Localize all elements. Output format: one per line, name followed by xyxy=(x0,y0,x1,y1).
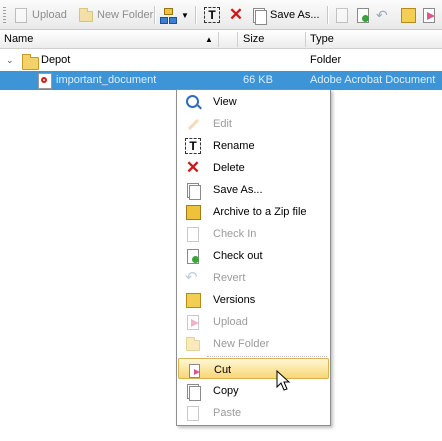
table-row-selected[interactable]: important_document 66 KB Adobe Acrobat D… xyxy=(0,71,442,90)
save-as-button[interactable]: Save As... xyxy=(251,5,320,25)
column-type[interactable]: Type xyxy=(310,33,334,45)
zip-icon xyxy=(185,204,201,220)
magnifier-icon xyxy=(185,94,201,110)
versions-icon xyxy=(185,292,201,308)
copy-icon xyxy=(185,383,201,401)
menu-separator xyxy=(207,356,327,357)
row-type: Folder xyxy=(310,54,342,66)
column-name[interactable]: Name xyxy=(4,33,33,45)
delete-button[interactable]: ✕ xyxy=(228,5,247,25)
upload-icon xyxy=(185,314,201,330)
column-size[interactable]: Size xyxy=(243,33,264,45)
menu-item-new-folder[interactable]: New Folder xyxy=(178,333,329,354)
check-out-icon xyxy=(355,7,371,23)
menu-item-paste[interactable]: Paste xyxy=(178,402,329,423)
check-in-button[interactable] xyxy=(334,5,353,25)
menu-item-versions[interactable]: Versions xyxy=(178,289,329,310)
toolbar: Upload New Folder ▼ T ✕ Save As... ↶ xyxy=(0,0,442,30)
revert-icon: ↶ xyxy=(185,269,198,286)
new-folder-icon xyxy=(185,336,201,352)
upload-icon xyxy=(13,7,29,23)
menu-item-upload[interactable]: Upload xyxy=(178,311,329,332)
upload-doc-button[interactable] xyxy=(421,5,440,25)
menu-item-check-in[interactable]: Check In xyxy=(178,223,329,244)
column-header: Name ▲ Size Type xyxy=(0,30,442,49)
check-in-icon xyxy=(185,226,201,242)
menu-item-cut[interactable]: Cut xyxy=(178,358,329,379)
versions-button[interactable] xyxy=(400,5,419,25)
rename-button[interactable]: T xyxy=(204,5,223,25)
context-menu: View Edit T Rename ✕ Delete Save As... A… xyxy=(176,89,331,426)
delete-icon: ✕ xyxy=(228,5,244,24)
delete-icon: ✕ xyxy=(185,158,201,177)
save-as-icon xyxy=(185,182,201,200)
menu-item-rename[interactable]: T Rename xyxy=(178,135,329,156)
upload-button[interactable]: Upload xyxy=(13,5,67,25)
row-type: Adobe Acrobat Document xyxy=(310,74,436,86)
versions-icon xyxy=(400,7,416,23)
hierarchy-button[interactable] xyxy=(160,5,179,25)
menu-item-archive-zip[interactable]: Archive to a Zip file xyxy=(178,201,329,222)
table-row[interactable]: ⌄ Depot Folder xyxy=(0,51,442,70)
save-as-icon xyxy=(251,7,267,25)
upload-document-icon xyxy=(421,7,437,23)
sort-ascending-icon[interactable]: ▲ xyxy=(205,35,213,44)
new-folder-button[interactable]: New Folder xyxy=(78,5,153,25)
collapse-chevron-icon[interactable]: ⌄ xyxy=(6,55,14,66)
menu-item-save-as[interactable]: Save As... xyxy=(178,179,329,200)
folder-icon xyxy=(22,54,39,70)
toolbar-grip[interactable] xyxy=(3,7,6,23)
menu-item-revert[interactable]: ↶ Revert xyxy=(178,267,329,288)
check-out-icon xyxy=(185,248,201,264)
cut-icon xyxy=(186,362,202,378)
menu-item-delete[interactable]: ✕ Delete xyxy=(178,157,329,178)
paste-icon xyxy=(185,405,201,421)
row-name: Depot xyxy=(41,54,71,66)
rename-icon: T xyxy=(185,138,201,154)
revert-icon: ↶ xyxy=(376,7,388,23)
revert-button[interactable]: ↶ xyxy=(376,5,395,25)
check-out-button[interactable] xyxy=(355,5,374,25)
pencil-icon xyxy=(185,116,201,132)
mouse-cursor-icon xyxy=(276,370,291,391)
hierarchy-dropdown-icon[interactable]: ▼ xyxy=(181,5,189,25)
pdf-icon xyxy=(38,73,52,89)
hierarchy-icon xyxy=(160,7,177,24)
menu-item-check-out[interactable]: Check out xyxy=(178,245,329,266)
check-in-icon xyxy=(334,7,350,23)
menu-item-copy[interactable]: Copy xyxy=(178,380,329,401)
menu-item-view[interactable]: View xyxy=(178,91,329,112)
row-name: important_document xyxy=(56,74,157,86)
row-size: 66 KB xyxy=(243,74,273,86)
new-folder-icon xyxy=(78,7,94,23)
rename-icon: T xyxy=(204,7,220,23)
menu-item-edit[interactable]: Edit xyxy=(178,113,329,134)
